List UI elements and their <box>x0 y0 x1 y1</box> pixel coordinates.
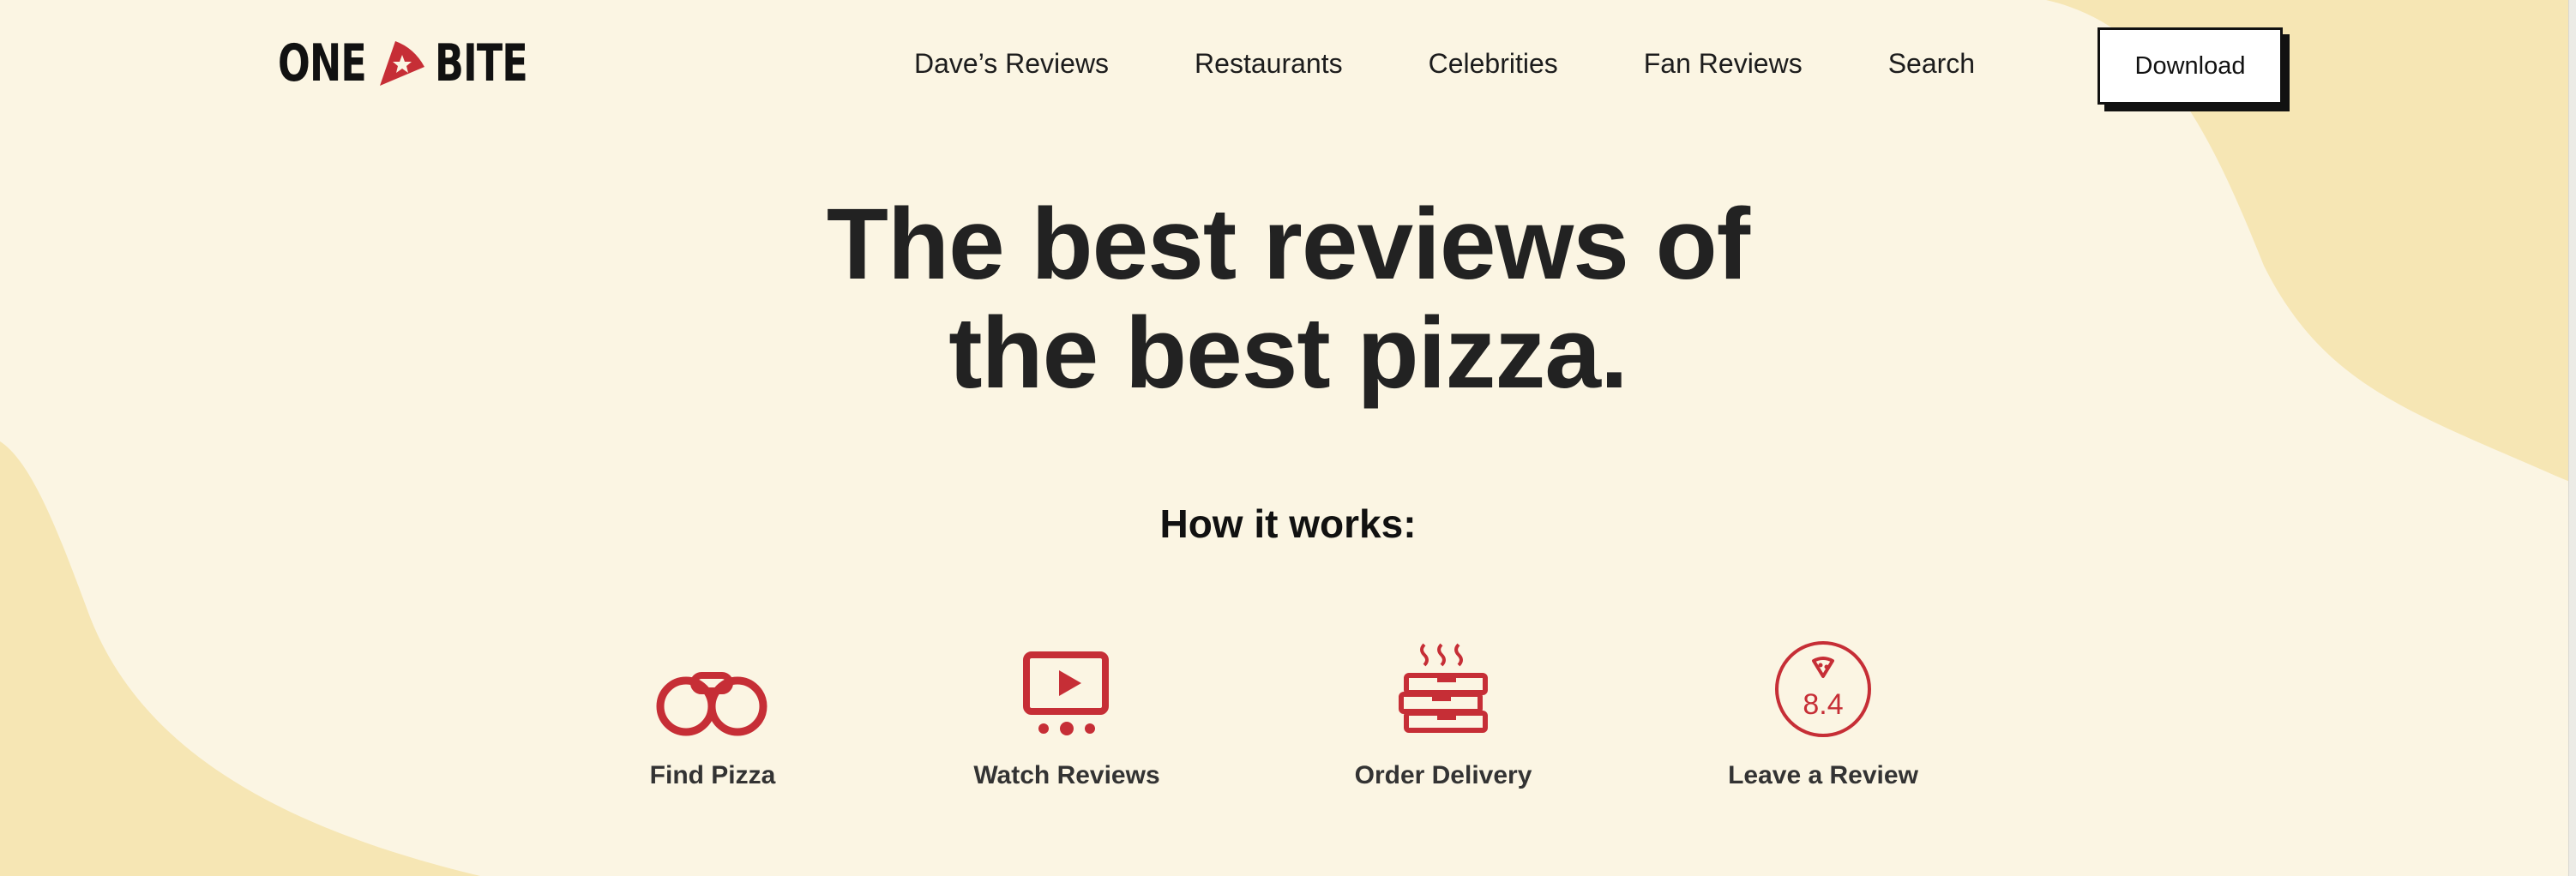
nav-restaurants[interactable]: Restaurants <box>1195 48 1343 80</box>
review-score: 8.4 <box>1803 688 1843 721</box>
review-score-icon: 8.4 <box>1775 641 1871 737</box>
step-label: Watch Reviews <box>973 761 1160 789</box>
how-it-works-title: How it works: <box>1159 501 1417 546</box>
scrollbar[interactable] <box>2568 0 2576 876</box>
download-button[interactable]: Download <box>2098 27 2283 105</box>
step-leave-a-review[interactable]: 8.4 Leave a Review <box>1686 639 1960 802</box>
video-player-icon <box>1023 651 1109 735</box>
main-nav: Dave’s Reviews Restaurants Celebrities F… <box>914 48 1975 80</box>
logo-word-bite: BITE <box>435 33 528 93</box>
nav-celebrities[interactable]: Celebrities <box>1429 48 1558 80</box>
pizza-slice-logo-icon <box>380 41 425 86</box>
hero-title: The best reviews of the best pizza. <box>0 190 2576 408</box>
nav-search[interactable]: Search <box>1888 48 1975 80</box>
binoculars-icon <box>656 672 767 736</box>
one-bite-logo[interactable]: ONE BITE <box>278 36 560 91</box>
hero-title-line-1: The best reviews of <box>826 188 1750 301</box>
step-watch-reviews[interactable]: Watch Reviews <box>930 639 1204 802</box>
logo-word-one: ONE <box>278 33 367 93</box>
step-order-delivery[interactable]: Order Delivery <box>1306 639 1580 802</box>
nav-daves-reviews[interactable]: Dave’s Reviews <box>914 48 1109 80</box>
hero-title-line-2: the best pizza. <box>948 297 1628 410</box>
step-label: Leave a Review <box>1728 761 1918 789</box>
pizza-boxes-icon <box>1399 643 1488 733</box>
pizza-slice-icon <box>1812 657 1834 678</box>
step-find-pizza[interactable]: Find Pizza <box>575 639 850 802</box>
step-label: Order Delivery <box>1354 761 1532 789</box>
site-header: ONE BITE Dave’s Reviews Restaurants Cele… <box>0 0 2576 137</box>
nav-fan-reviews[interactable]: Fan Reviews <box>1644 48 1803 80</box>
step-label: Find Pizza <box>649 761 776 789</box>
